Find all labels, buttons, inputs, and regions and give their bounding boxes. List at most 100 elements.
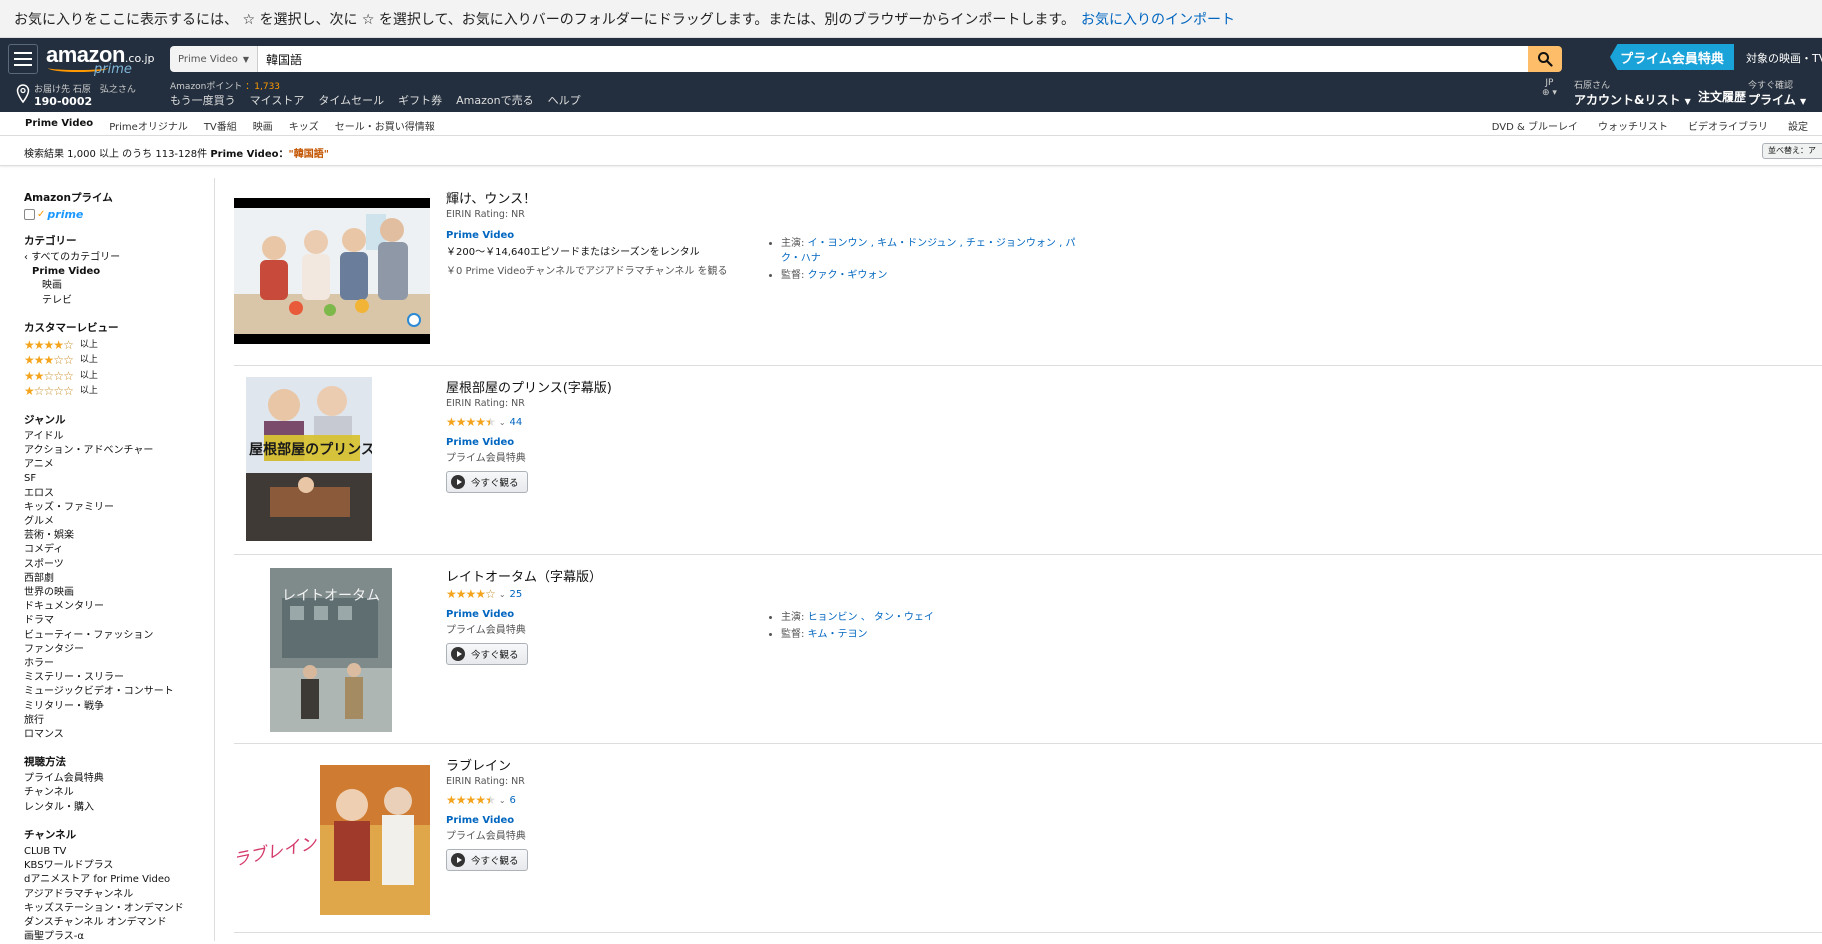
menu-icon[interactable] — [8, 44, 38, 74]
genre-item[interactable]: アニメ — [24, 458, 214, 472]
prime-benefits-banner[interactable]: プライム会員特典 — [1610, 44, 1734, 70]
rating-stars[interactable]: ★★★★☆ ⌄ 25 — [446, 587, 786, 601]
review-filter-1-stars[interactable]: ★☆☆☆☆ 以上 — [24, 384, 214, 400]
result-thumbnail[interactable]: レイトオータム — [270, 568, 392, 732]
prime-banner-text[interactable]: 対象の映画・TV — [1746, 50, 1822, 66]
review-count[interactable]: 44 — [510, 417, 523, 428]
nav-link-gift-card[interactable]: ギフト券 — [398, 92, 442, 108]
channel-item[interactable]: ダンスチャンネル オンデマンド — [24, 916, 214, 930]
genre-item[interactable]: アイドル — [24, 430, 214, 444]
review-filter-2-stars[interactable]: ★★☆☆☆ 以上 — [24, 369, 214, 385]
result-title[interactable]: 屋根部屋のプリンス(字幕版) — [446, 377, 786, 396]
result-thumbnail[interactable]: 屋根部屋のプリンス — [246, 377, 375, 541]
genre-item[interactable]: アクション・アドベンチャー — [24, 444, 214, 458]
watch-now-button[interactable]: 今すぐ観る — [446, 471, 528, 493]
genre-item[interactable]: キッズ・ファミリー — [24, 501, 214, 515]
genre-item[interactable]: コメディ — [24, 543, 214, 557]
subnav-prime-video[interactable]: Prime Video — [25, 118, 93, 133]
amazon-points[interactable]: Amazonポイント ：1,733 — [170, 79, 280, 92]
result-thumbnail[interactable] — [234, 198, 430, 344]
genre-item[interactable]: 西部劇 — [24, 572, 214, 586]
checkbox[interactable] — [24, 209, 35, 220]
subnav-kids[interactable]: キッズ — [289, 118, 319, 133]
account-lists[interactable]: 石原さん アカウント&リスト ▼ — [1574, 78, 1691, 108]
result-title[interactable]: ラブレイン — [446, 755, 786, 774]
genre-item[interactable]: 芸術・娯楽 — [24, 529, 214, 543]
nav-link-time-sale[interactable]: タイムセール — [318, 92, 384, 108]
search-button[interactable] — [1528, 46, 1562, 72]
category-prime-video[interactable]: Prime Video — [24, 265, 214, 279]
nav-link-my-store[interactable]: マイストア — [250, 92, 305, 108]
nav-link-sell[interactable]: Amazonで売る — [456, 92, 533, 108]
channel-item[interactable]: CLUB TV — [24, 845, 214, 859]
result-title[interactable]: 輝け、ウンス！ — [446, 188, 786, 207]
genre-item[interactable]: ミュージックビデオ・コンサート — [24, 685, 214, 699]
prime-menu[interactable]: 今すぐ確認 プライム ▼ — [1748, 78, 1806, 108]
subnav-movies[interactable]: 映画 — [253, 118, 273, 133]
prime-video-link[interactable]: Prime Video — [446, 815, 786, 826]
viewing-item[interactable]: チャンネル — [24, 786, 214, 800]
review-filter-4-stars[interactable]: ★★★★☆ 以上 — [24, 338, 214, 354]
subnav-prime-originals[interactable]: Primeオリジナル — [109, 118, 188, 133]
orders-link[interactable]: 注文履歴 — [1698, 88, 1746, 105]
search-input[interactable] — [258, 46, 1528, 72]
prime-video-link[interactable]: Prime Video — [446, 437, 786, 448]
subnav-video-library[interactable]: ビデオライブラリ — [1688, 118, 1768, 133]
search-category-dropdown[interactable]: Prime Video ▼ — [170, 46, 258, 72]
nav-link-buy-again[interactable]: もう一度買う — [170, 92, 236, 108]
channel-item[interactable]: キッズステーション・オンデマンド — [24, 902, 214, 916]
director-name[interactable]: キム・テヨン — [808, 629, 868, 640]
genre-item[interactable]: スポーツ — [24, 558, 214, 572]
import-favorites-link[interactable]: お気に入りのインポート — [1081, 9, 1235, 29]
channel-item[interactable]: 画聖プラス-α — [24, 930, 214, 944]
watch-now-button[interactable]: 今すぐ観る — [446, 643, 528, 665]
rating-stars[interactable]: ★★★★★ ⌄ 6 — [446, 793, 786, 807]
genre-item[interactable]: エロス — [24, 487, 214, 501]
language-selector[interactable]: JP ⊕ ▾ — [1542, 78, 1557, 98]
genre-item[interactable]: ビューティー・ファッション — [24, 629, 214, 643]
genre-item[interactable]: ドキュメンタリー — [24, 600, 214, 614]
nav-link-help[interactable]: ヘルプ — [548, 92, 581, 108]
genre-item[interactable]: ドラマ — [24, 614, 214, 628]
viewing-item[interactable]: プライム会員特典 — [24, 772, 214, 786]
genre-item[interactable]: 世界の映画 — [24, 586, 214, 600]
cast-names[interactable]: ヒョンビン 、 タン・ウェイ — [808, 612, 934, 623]
genre-item[interactable]: 旅行 — [24, 714, 214, 728]
cast-names[interactable]: イ・ヨンウン , キム・ドンジュン , チェ・ジョンウォン , パク・ハナ — [781, 238, 1075, 264]
category-tv[interactable]: テレビ — [24, 294, 214, 308]
subnav-dvd[interactable]: DVD & ブルーレイ — [1492, 118, 1578, 133]
sort-dropdown[interactable]: 並べ替え：ア — [1762, 143, 1822, 159]
amazon-logo[interactable]: amazon.co.jp prime — [46, 42, 155, 77]
genre-item[interactable]: グルメ — [24, 515, 214, 529]
review-count[interactable]: 6 — [510, 795, 516, 806]
channel-offer[interactable]: ￥0 Prime Videoチャンネルでアジアドラマチャンネル を観る — [446, 262, 786, 277]
review-filter-3-stars[interactable]: ★★★☆☆ 以上 — [24, 353, 214, 369]
rating-stars[interactable]: ★★★★★ ⌄ 44 — [446, 415, 786, 429]
channel-item[interactable]: アジアドラマチャンネル — [24, 888, 214, 902]
prime-video-link[interactable]: Prime Video — [446, 609, 786, 620]
channel-item[interactable]: dアニメストア for Prime Video — [24, 873, 214, 887]
result-thumbnail[interactable]: ラブレイン — [231, 765, 430, 915]
genre-item[interactable]: ホラー — [24, 657, 214, 671]
delivery-address[interactable]: お届け先 石原 弘之さん 190-0002 — [16, 82, 136, 108]
review-count[interactable]: 25 — [510, 589, 523, 600]
genre-item[interactable]: ミリタリー・戦争 — [24, 700, 214, 714]
channel-item[interactable]: KBSワールドプラス — [24, 859, 214, 873]
genre-item[interactable]: SF — [24, 472, 214, 486]
subnav-settings[interactable]: 設定 — [1788, 118, 1808, 133]
subnav-deals[interactable]: セール・お買い得情報 — [335, 118, 435, 133]
result-title[interactable]: レイトオータム（字幕版） — [446, 566, 786, 585]
category-all[interactable]: ‹ すべてのカテゴリー — [24, 251, 214, 265]
genre-item[interactable]: ロマンス — [24, 728, 214, 742]
genre-item[interactable]: ファンタジー — [24, 643, 214, 657]
prime-filter-checkbox[interactable]: ✓ prime — [24, 208, 214, 221]
rental-price[interactable]: ￥200～￥14,640エピソードまたはシーズンをレンタル — [446, 243, 786, 258]
category-movie[interactable]: 映画 — [24, 279, 214, 293]
prime-video-link[interactable]: Prime Video — [446, 230, 786, 241]
genre-item[interactable]: ミステリー・スリラー — [24, 671, 214, 685]
watch-now-button[interactable]: 今すぐ観る — [446, 849, 528, 871]
subnav-tv[interactable]: TV番組 — [204, 118, 237, 133]
viewing-item[interactable]: レンタル・購入 — [24, 801, 214, 815]
director-name[interactable]: クァク・ギウォン — [808, 270, 888, 281]
subnav-watchlist[interactable]: ウォッチリスト — [1598, 118, 1668, 133]
